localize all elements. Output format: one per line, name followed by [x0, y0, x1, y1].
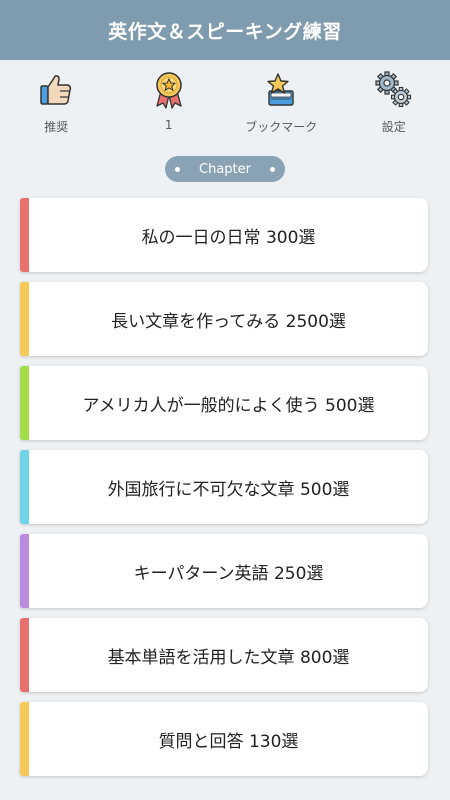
- app-header: 英作文＆スピーキング練習: [0, 0, 450, 60]
- bookmark-label: ブックマーク: [245, 120, 318, 134]
- chapter-pill: Chapter: [165, 156, 285, 182]
- chapter-item-label: 長い文章を作ってみる 2500選: [111, 311, 346, 332]
- bookmark-button[interactable]: ブックマーク: [225, 60, 338, 146]
- chapter-color-stripe: [20, 702, 29, 776]
- recommend-button[interactable]: 推奨: [0, 60, 113, 146]
- chapter-item-label: キーパターン英語 250選: [133, 563, 324, 584]
- chapter-item-label: アメリカ人が一般的によく使う 500選: [82, 395, 375, 416]
- chapter-color-stripe: [20, 534, 29, 608]
- chapter-item-common-american[interactable]: アメリカ人が一般的によく使う 500選: [20, 366, 428, 440]
- thumbs-up-icon: [36, 70, 76, 110]
- chapter-label: Chapter: [199, 161, 251, 177]
- settings-label: 設定: [381, 120, 406, 134]
- chapter-section-header: Chapter: [0, 156, 450, 182]
- chapter-color-stripe: [20, 198, 29, 272]
- pill-dot-left: [175, 166, 180, 172]
- medal-button[interactable]: 1: [113, 60, 226, 146]
- chapter-item-long-sentences[interactable]: 長い文章を作ってみる 2500選: [20, 282, 428, 356]
- chapter-color-stripe: [20, 618, 29, 692]
- chapter-color-stripe: [20, 282, 29, 356]
- chapter-color-stripe: [20, 450, 29, 524]
- chapter-item-label: 質問と回答 130選: [158, 731, 299, 752]
- medal-icon: [149, 70, 189, 110]
- chapter-item-label: 外国旅行に不可欠な文章 500選: [107, 479, 350, 500]
- chapter-item-qa[interactable]: 質問と回答 130選: [20, 702, 428, 776]
- chapter-item-key-patterns[interactable]: キーパターン英語 250選: [20, 534, 428, 608]
- pill-dot-right: [269, 166, 275, 172]
- app-title: 英作文＆スピーキング練習: [108, 20, 342, 43]
- chapter-color-stripe: [20, 366, 29, 440]
- gears-icon: [374, 70, 414, 110]
- chapter-list: 私の一日の日常 300選 長い文章を作ってみる 2500選 アメリカ人が一般的に…: [20, 198, 428, 786]
- chapter-item-label: 基本単語を活用した文章 800選: [107, 647, 350, 668]
- chapter-item-basic-words[interactable]: 基本単語を活用した文章 800選: [20, 618, 428, 692]
- recommend-label: 推奨: [44, 120, 69, 134]
- medal-count: 1: [164, 118, 173, 132]
- chapter-item-travel[interactable]: 外国旅行に不可欠な文章 500選: [20, 450, 428, 524]
- chapter-item-daily-routine[interactable]: 私の一日の日常 300選: [20, 198, 428, 272]
- toolbar: 推奨 1 ブックマーク 設定: [0, 60, 450, 146]
- bookmark-star-icon: [261, 70, 301, 110]
- chapter-item-label: 私の一日の日常 300選: [141, 227, 316, 248]
- settings-button[interactable]: 設定: [338, 60, 450, 146]
